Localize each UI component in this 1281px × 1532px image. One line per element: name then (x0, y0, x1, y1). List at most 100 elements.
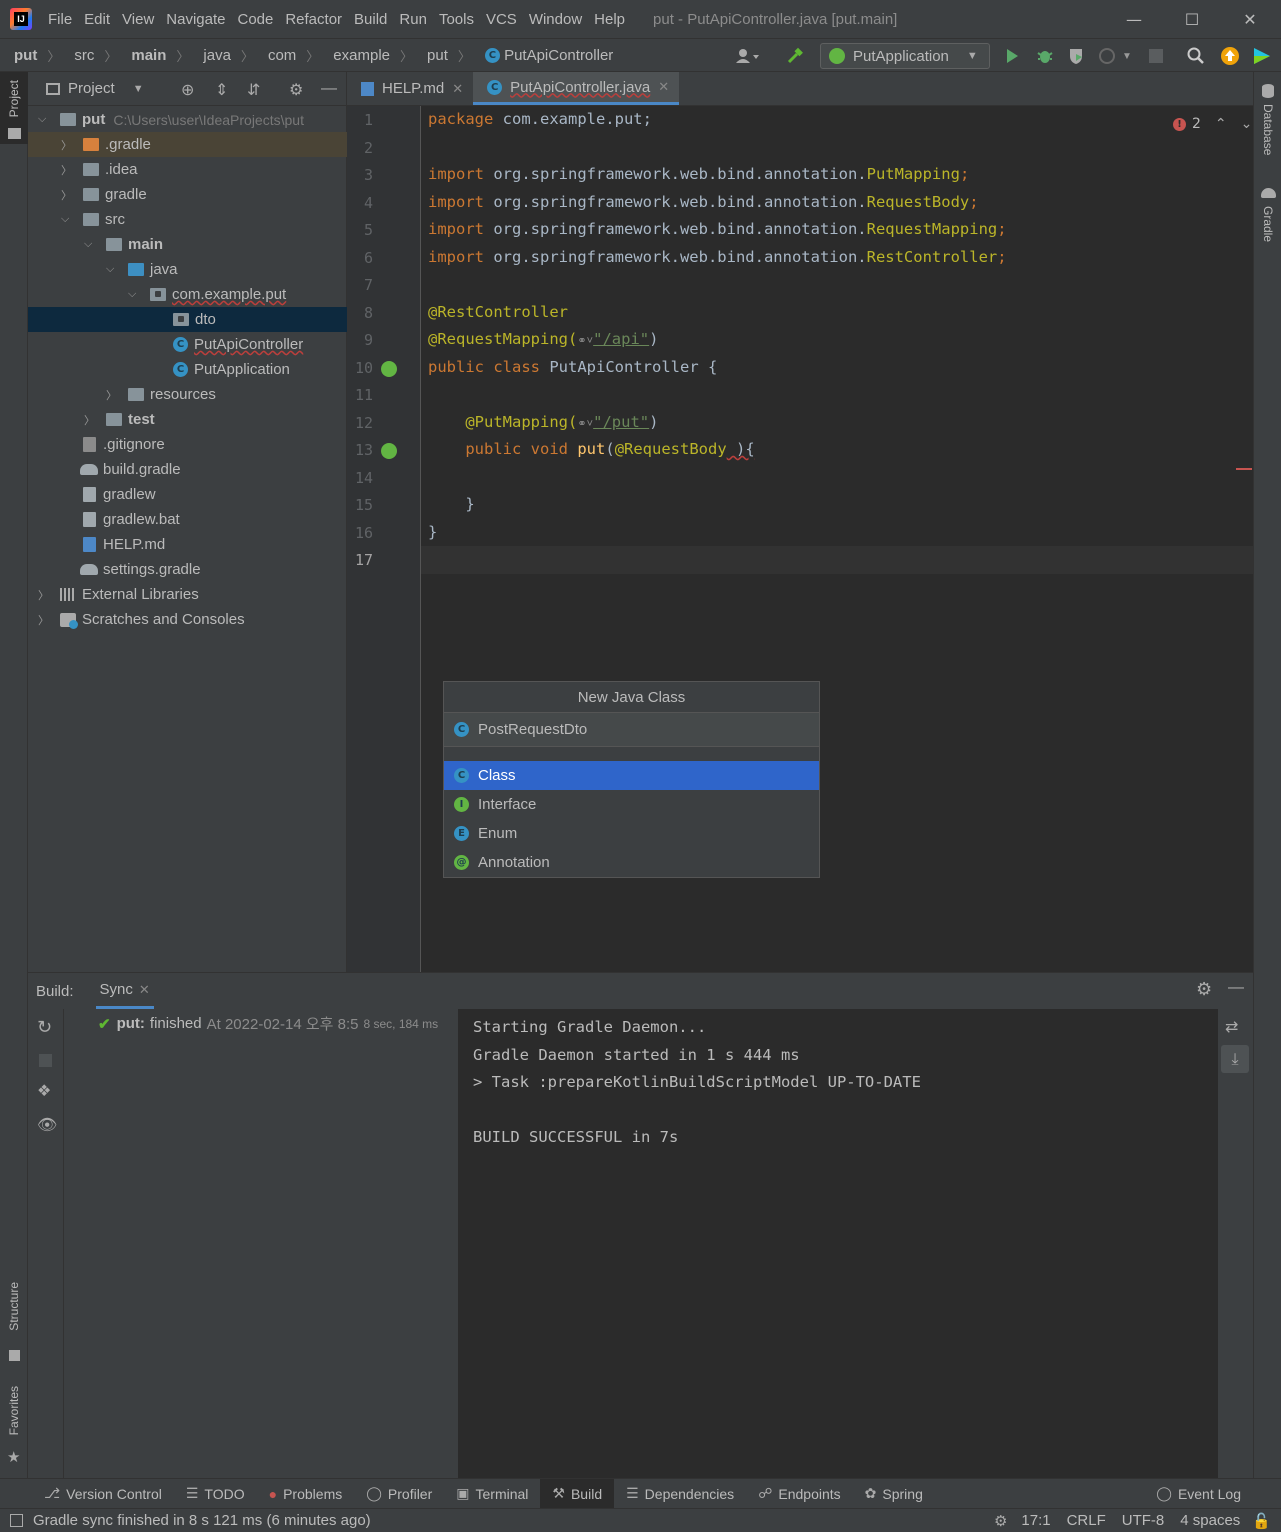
previous-error-icon[interactable]: ⌃ (1215, 116, 1227, 132)
option-annotation[interactable]: @ Annotation (444, 848, 819, 877)
eye-icon[interactable]: 👁 (37, 1115, 57, 1134)
jetbrains-toolbox-icon[interactable] (1251, 45, 1273, 67)
soft-wrap-icon[interactable]: ⇄ (1225, 1017, 1238, 1036)
tab-help-md[interactable]: HELP.md ✕ (347, 72, 473, 105)
project-tool-tab[interactable]: Project (0, 72, 28, 144)
tree-item-gradlew[interactable]: gradlew (28, 482, 347, 507)
database-tool-tab[interactable]: Database (1254, 80, 1281, 170)
tree-item-package[interactable]: ⌵ com.example.put (28, 282, 347, 307)
breadcrumb-java[interactable]: java (189, 47, 233, 64)
breadcrumb-com[interactable]: com (254, 47, 298, 64)
code-line-8[interactable]: @RestController (428, 303, 568, 321)
unlock-icon[interactable]: 🔓 (1252, 1512, 1271, 1530)
code-line-10[interactable]: public class PutApiController { (428, 358, 717, 376)
code-line-1[interactable]: package com.example.put; (428, 110, 652, 128)
tab-sync[interactable]: Sync ✕ (95, 973, 154, 1009)
close-tab-icon[interactable]: ✕ (658, 79, 669, 95)
tree-item-gradle[interactable]: 〉 gradle (28, 182, 347, 207)
tree-item-gitignore[interactable]: .gitignore (28, 432, 347, 457)
next-error-icon[interactable]: ⌄ (1241, 116, 1253, 132)
expanded-arrow-icon[interactable]: ⌵ (84, 238, 92, 251)
search-icon[interactable] (1185, 45, 1207, 67)
profiler-icon[interactable] (1096, 45, 1118, 67)
close-tab-icon[interactable]: ✕ (452, 81, 463, 97)
tab-todo[interactable]: ☰ TODO (174, 1479, 257, 1509)
collapsed-arrow-icon[interactable]: 〉 (61, 187, 72, 203)
code-line-3[interactable]: import org.springframework.web.bind.anno… (428, 165, 969, 183)
menu-tools[interactable]: Tools (433, 11, 480, 28)
tree-item-java[interactable]: ⌵ java (28, 257, 347, 282)
class-name-input[interactable]: C PostRequestDto (444, 713, 819, 747)
run-configuration-select[interactable]: PutApplication ▼ (820, 43, 990, 69)
code-line-9[interactable]: @RequestMapping(⚭˅"/api") (428, 330, 658, 348)
tree-item-src[interactable]: ⌵ src (28, 207, 347, 232)
menu-help[interactable]: Help (588, 11, 631, 28)
breadcrumb-put[interactable]: put (0, 47, 39, 64)
collapsed-arrow-icon[interactable]: 〉 (38, 587, 49, 603)
tab-spring[interactable]: ✿ Spring (853, 1479, 935, 1509)
tree-item-putapplication[interactable]: C PutApplication (28, 357, 347, 382)
collapsed-arrow-icon[interactable]: 〉 (61, 162, 72, 178)
tree-item-help-md[interactable]: HELP.md (28, 532, 347, 557)
menu-code[interactable]: Code (231, 11, 279, 28)
code-line-4[interactable]: import org.springframework.web.bind.anno… (428, 193, 979, 211)
code-line-12[interactable]: @PutMapping(⚭˅"/put") (428, 413, 658, 431)
gradle-tool-tab[interactable]: Gradle (1254, 184, 1281, 254)
gear-icon[interactable]: ⚙ (289, 80, 303, 100)
expanded-arrow-icon[interactable]: ⌵ (106, 263, 114, 276)
background-tasks-icon[interactable]: ⚙ (994, 1512, 1007, 1530)
tree-item-settings-gradle[interactable]: settings.gradle (28, 557, 347, 582)
tree-item-scratches[interactable]: 〉 Scratches and Consoles (28, 607, 347, 632)
tab-putapicontroller[interactable]: C PutApiController.java ✕ (473, 72, 680, 105)
file-encoding[interactable]: UTF-8 (1122, 1512, 1165, 1529)
tree-root-put[interactable]: ⌵ put C:\Users\user\IdeaProjects\put (28, 107, 347, 132)
expand-all-icon[interactable]: ⇕ (215, 80, 228, 100)
tree-item-test[interactable]: 〉 test (28, 407, 347, 432)
breadcrumb-src[interactable]: src (60, 47, 96, 64)
tab-terminal[interactable]: ▣ Terminal (444, 1479, 540, 1509)
stop-icon[interactable] (39, 1054, 52, 1067)
gear-icon[interactable]: ⚙ (1196, 979, 1212, 1000)
coverage-icon[interactable] (1065, 45, 1087, 67)
hide-panel-icon[interactable]: — (321, 80, 337, 98)
tree-item-putapicontroller[interactable]: C PutApiController (28, 332, 347, 357)
stop-icon[interactable] (1145, 45, 1167, 67)
favorites-tool-tab[interactable]: Favorites ★ (0, 1382, 28, 1472)
tree-item-idea[interactable]: 〉 .idea (28, 157, 347, 182)
sync-icon[interactable]: ↻ (37, 1017, 52, 1038)
line-separator[interactable]: CRLF (1067, 1512, 1106, 1529)
tree-item-external-libraries[interactable]: 〉 External Libraries (28, 582, 347, 607)
url-globe-icon[interactable]: ⚭˅ (577, 334, 593, 347)
url-globe-icon[interactable]: ⚭˅ (577, 417, 593, 430)
tab-endpoints[interactable]: ☍ Endpoints (746, 1479, 852, 1509)
option-class[interactable]: C Class (444, 761, 819, 790)
build-console-output[interactable]: Starting Gradle Daemon... Gradle Daemon … (458, 1009, 1218, 1479)
tree-item-gradle-cache[interactable]: 〉 .gradle (28, 132, 347, 157)
tree-item-dto[interactable]: dto (28, 307, 347, 332)
option-interface[interactable]: I Interface (444, 790, 819, 819)
toggle-tool-windows-icon[interactable] (10, 1514, 23, 1527)
code-line-15[interactable]: } (428, 495, 474, 513)
tab-problems[interactable]: ● Problems (257, 1479, 355, 1509)
hide-panel-icon[interactable]: — (1228, 979, 1244, 997)
tab-event-log[interactable]: ◯ Event Log (1144, 1479, 1253, 1509)
code-line-6[interactable]: import org.springframework.web.bind.anno… (428, 248, 1007, 266)
menu-view[interactable]: View (116, 11, 160, 28)
collapsed-arrow-icon[interactable]: 〉 (38, 612, 49, 628)
code-line-16[interactable]: } (428, 523, 437, 541)
status-message[interactable]: Gradle sync finished in 8 s 121 ms (6 mi… (33, 1512, 371, 1529)
tree-item-build-gradle[interactable]: build.gradle (28, 457, 347, 482)
tree-item-main[interactable]: ⌵ main (28, 232, 347, 257)
minimize-button[interactable]: — (1105, 0, 1163, 38)
menu-build[interactable]: Build (348, 11, 393, 28)
menu-window[interactable]: Window (523, 11, 588, 28)
run-icon[interactable] (1001, 45, 1023, 67)
debug-icon[interactable] (1034, 45, 1056, 67)
indent-setting[interactable]: 4 spaces (1180, 1512, 1240, 1529)
error-stripe-marker[interactable] (1236, 468, 1252, 470)
breadcrumb-example[interactable]: example (319, 47, 392, 64)
collapse-all-icon[interactable]: ⇵ (247, 80, 260, 100)
close-tab-icon[interactable]: ✕ (139, 982, 150, 998)
collapsed-arrow-icon[interactable]: 〉 (84, 412, 95, 428)
more-run-chevron-icon[interactable]: ▼ (1120, 45, 1134, 67)
